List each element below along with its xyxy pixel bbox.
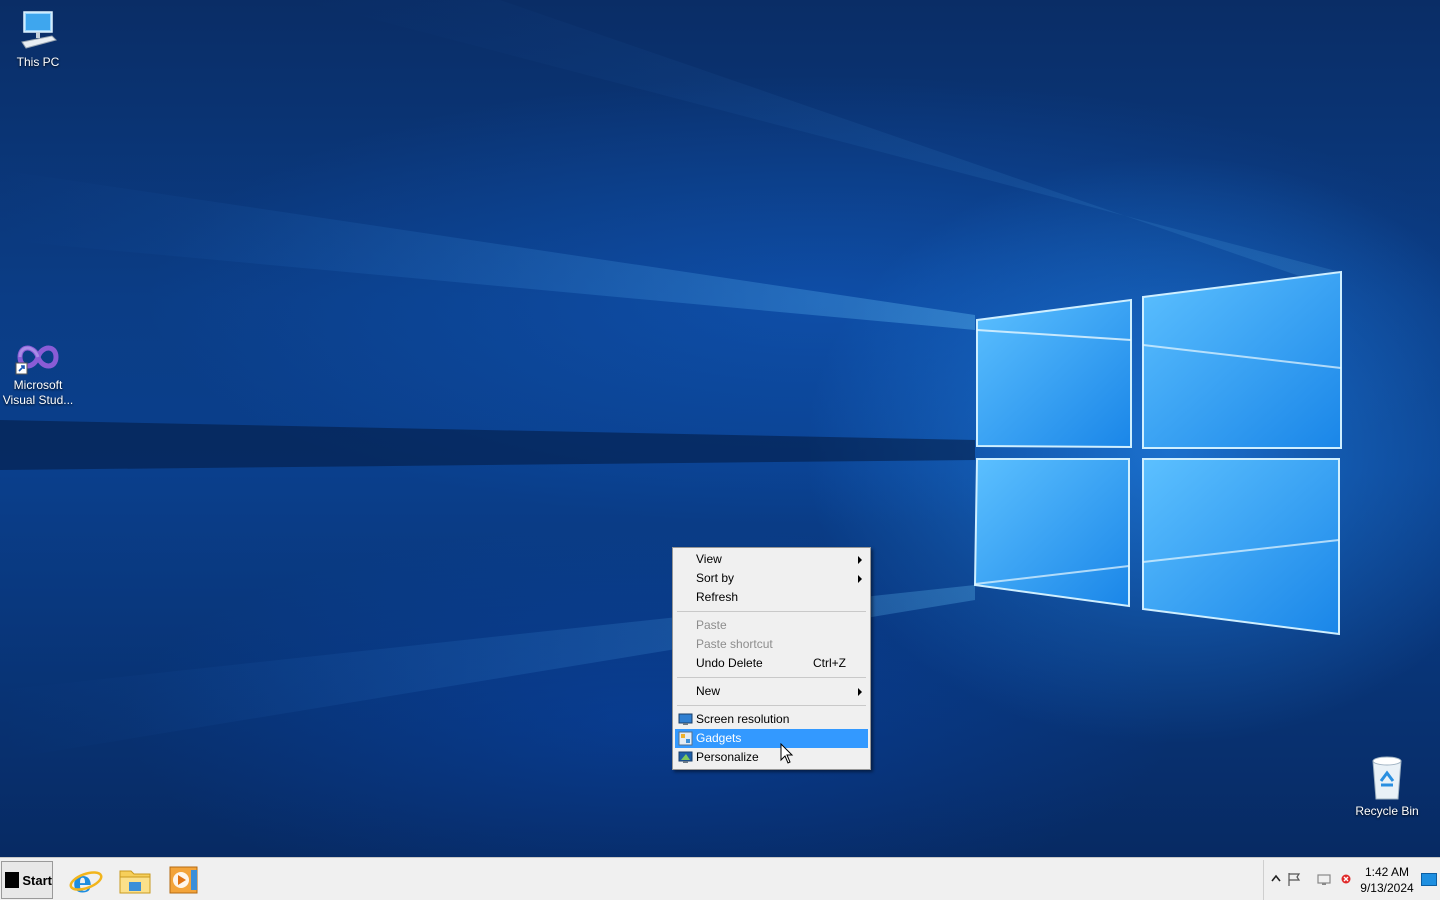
system-tray: 1:42 AM 9/13/2024 xyxy=(1263,860,1440,900)
media-player-icon[interactable] xyxy=(166,862,202,898)
menu-item-sort-by[interactable]: Sort by xyxy=(675,569,868,588)
menu-item-label: Refresh xyxy=(696,590,739,604)
desktop-icon-this-pc[interactable]: This PC xyxy=(0,8,76,70)
menu-item-label: New xyxy=(696,684,721,698)
menu-separator xyxy=(677,611,866,612)
start-label: Start xyxy=(22,872,52,888)
menu-item-label: Undo Delete xyxy=(696,656,763,670)
menu-item-label: Sort by xyxy=(696,571,735,585)
menu-item-paste-shortcut: Paste shortcut xyxy=(675,635,868,654)
chevron-up-icon[interactable] xyxy=(1268,871,1284,887)
recycle-bin-icon xyxy=(1372,756,1402,800)
menu-item-label: Personalize xyxy=(696,750,759,764)
menu-item-label: Gadgets xyxy=(696,731,742,745)
start-button[interactable]: Start xyxy=(1,861,53,899)
menu-item-new[interactable]: New xyxy=(675,682,868,701)
menu-item-screen-resolution[interactable]: Screen resolution xyxy=(675,710,868,729)
desktop-icon-visual-studio[interactable]: Microsoft Visual Stud... xyxy=(0,339,76,408)
menu-item-refresh[interactable]: Refresh xyxy=(675,588,868,607)
submenu-arrow-icon xyxy=(858,556,862,564)
this-pc-icon xyxy=(21,11,57,49)
screen-resolution-icon xyxy=(678,713,693,725)
action-center-flag-icon[interactable] xyxy=(1286,871,1302,887)
clock-date: 9/13/2024 xyxy=(1360,881,1414,895)
menu-item-label: Paste shortcut xyxy=(696,637,773,651)
menu-item-undo-delete[interactable]: Undo Delete Ctrl+Z xyxy=(675,654,868,673)
desktop[interactable]: This PC Microsoft Visual Stud... Recycle… xyxy=(0,0,1440,857)
internet-explorer-icon[interactable]: e xyxy=(68,862,104,898)
start-icon xyxy=(5,872,20,888)
network-icon[interactable] xyxy=(1316,871,1332,887)
personalize-icon xyxy=(678,751,693,763)
menu-separator xyxy=(677,705,866,706)
visual-studio-icon xyxy=(15,345,59,375)
menu-item-paste: Paste xyxy=(675,616,868,635)
taskbar: Start e 1:42 AM 9/13/2024 xyxy=(0,857,1440,900)
desktop-context-menu: View Sort by Refresh Paste Paste shortcu… xyxy=(672,547,871,770)
show-desktop-button[interactable] xyxy=(1421,873,1437,886)
file-explorer-icon[interactable] xyxy=(117,862,153,898)
volume-muted-icon[interactable] xyxy=(1338,871,1354,887)
menu-item-label: View xyxy=(696,552,722,566)
desktop-icon-label: Microsoft Visual Stud... xyxy=(2,378,74,407)
submenu-arrow-icon xyxy=(858,688,862,696)
menu-item-shortcut: Ctrl+Z xyxy=(813,656,846,670)
svg-text:e: e xyxy=(73,865,92,898)
menu-item-label: Screen resolution xyxy=(696,712,790,726)
gadgets-icon xyxy=(678,731,693,746)
desktop-icon-label: Recycle Bin xyxy=(1355,804,1419,818)
desktop-icon-recycle-bin[interactable]: Recycle Bin xyxy=(1349,755,1425,819)
menu-item-personalize[interactable]: Personalize xyxy=(675,748,868,767)
menu-item-label: Paste xyxy=(696,618,727,632)
menu-separator xyxy=(677,677,866,678)
submenu-arrow-icon xyxy=(858,575,862,583)
clock[interactable]: 1:42 AM 9/13/2024 xyxy=(1356,864,1418,896)
clock-time: 1:42 AM xyxy=(1364,865,1410,879)
menu-item-view[interactable]: View xyxy=(675,550,868,569)
mouse-cursor-icon xyxy=(780,743,794,764)
desktop-icon-label: This PC xyxy=(16,55,60,69)
menu-item-gadgets[interactable]: Gadgets xyxy=(675,729,868,748)
